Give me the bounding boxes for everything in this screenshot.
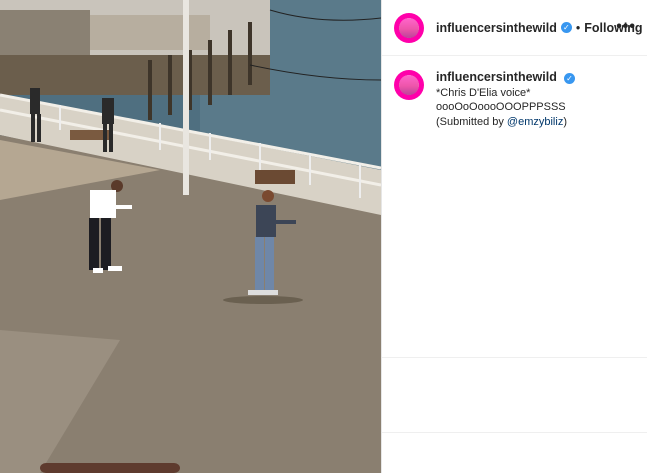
comment-area — [382, 432, 647, 433]
header-line: influencersinthewild ✓ • Following — [436, 21, 643, 35]
actions-area — [382, 357, 647, 432]
separator-dot: • — [575, 20, 581, 35]
caption-line-3-suffix: ) — [563, 115, 567, 128]
caption-line-3: (Submitted by @emzybiliz) — [436, 115, 636, 130]
caption-line-2: oooOoOoooOOOPPPSSS — [436, 101, 566, 113]
mention-link[interactable]: @emzybiliz — [507, 116, 563, 128]
caption: influencersinthewild ✓ *Chris D'Elia voi… — [382, 70, 647, 129]
avatar[interactable] — [394, 12, 424, 43]
caption-text: influencersinthewild ✓ *Chris D'Elia voi… — [436, 70, 636, 129]
caption-avatar[interactable] — [394, 70, 424, 100]
caption-username-link[interactable]: influencersinthewild — [436, 70, 557, 84]
post-header: influencersinthewild ✓ • Following ••• — [382, 0, 647, 56]
caption-line-3-prefix: (Submitted by — [436, 115, 507, 128]
more-options-icon[interactable]: ••• — [616, 18, 636, 36]
username-link[interactable]: influencersinthewild — [436, 21, 557, 35]
verified-badge-icon: ✓ — [563, 73, 575, 84]
verified-badge-icon: ✓ — [560, 22, 572, 33]
post-panel: influencersinthewild ✓ • Following ••• i… — [381, 0, 647, 473]
video-frame — [0, 0, 381, 473]
post-media[interactable] — [0, 0, 381, 473]
caption-line-1: *Chris D'Elia voice* — [436, 86, 531, 99]
